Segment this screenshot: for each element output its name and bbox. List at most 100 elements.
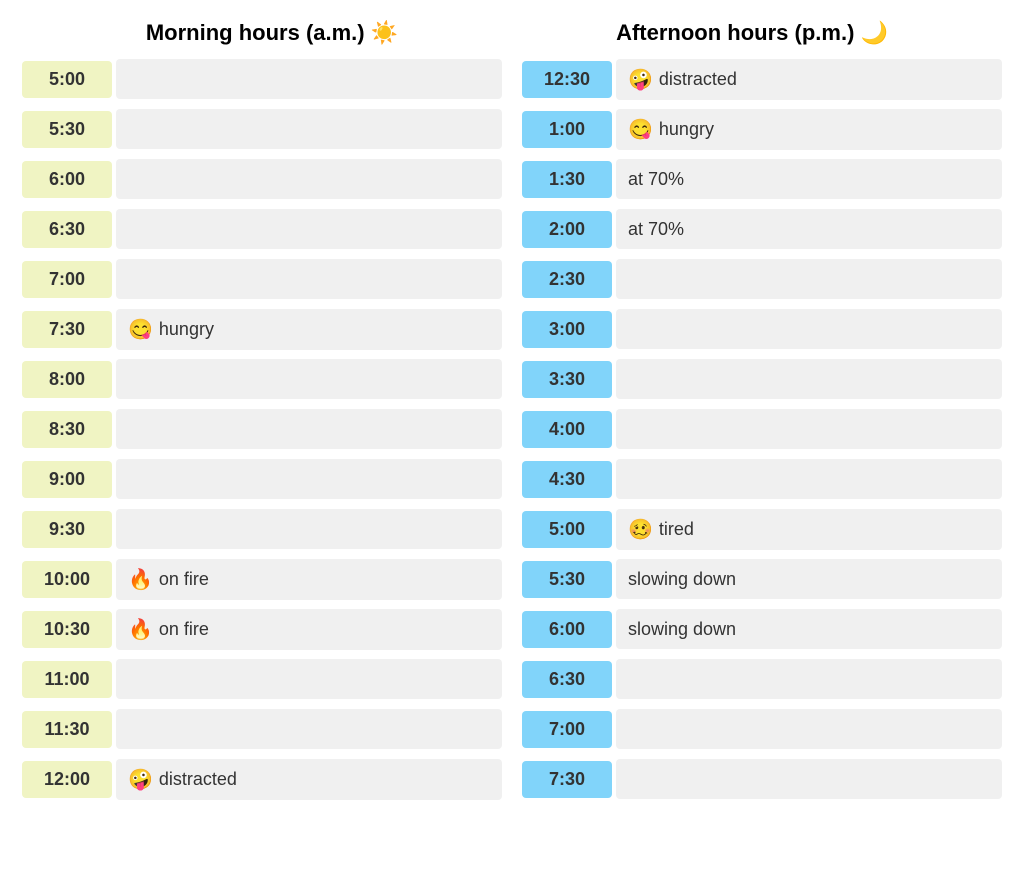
table-row: 3:30	[522, 356, 1002, 402]
table-row: 11:00	[22, 656, 502, 702]
status-text: slowing down	[628, 619, 736, 640]
morning-time-cell: 12:00	[22, 761, 112, 798]
afternoon-status-cell: at 70%	[616, 209, 1002, 249]
afternoon-time-cell: 1:00	[522, 111, 612, 148]
status-text: hungry	[159, 319, 214, 340]
morning-time-cell: 8:00	[22, 361, 112, 398]
morning-column: 5:00 5:30 6:00 6:30 7:00 7:30 😋 hungry 8:00 8:30 9…	[22, 56, 502, 802]
table-row: 2:30	[522, 256, 1002, 302]
afternoon-time-cell: 2:00	[522, 211, 612, 248]
morning-time-cell: 7:30	[22, 311, 112, 348]
table-row: 1:30 at 70%	[522, 156, 1002, 202]
main-container: Morning hours (a.m.) ☀️ Afternoon hours …	[22, 20, 1002, 802]
afternoon-time-cell: 2:30	[522, 261, 612, 298]
table-row: 7:30 😋 hungry	[22, 306, 502, 352]
table-row: 7:00	[22, 256, 502, 302]
table-row: 5:00	[22, 56, 502, 102]
afternoon-column: 12:30🤪distracted1:00😋hungry1:30at 70%2:0…	[522, 56, 1002, 802]
table-row: 9:30	[22, 506, 502, 552]
status-emoji: 🤪	[628, 67, 653, 92]
morning-status-cell: 🤪 distracted	[116, 759, 502, 800]
afternoon-status-cell	[616, 309, 1002, 349]
table-row: 6:30	[522, 656, 1002, 702]
afternoon-status-cell	[616, 259, 1002, 299]
status-emoji: 🥴	[628, 517, 653, 542]
status-text: distracted	[659, 69, 737, 90]
morning-status-cell	[116, 509, 502, 549]
afternoon-status-cell: slowing down	[616, 559, 1002, 599]
morning-status-cell	[116, 459, 502, 499]
table-row: 6:00slowing down	[522, 606, 1002, 652]
table-row: 2:00 at 70%	[522, 206, 1002, 252]
morning-time-cell: 9:30	[22, 511, 112, 548]
afternoon-time-cell: 1:30	[522, 161, 612, 198]
morning-status-cell: 😋 hungry	[116, 309, 502, 350]
table-row: 7:00	[522, 706, 1002, 752]
morning-time-cell: 6:00	[22, 161, 112, 198]
table-row: 6:00	[22, 156, 502, 202]
morning-status-cell: 🔥on fire	[116, 609, 502, 650]
afternoon-status-cell: 🤪 distracted	[616, 59, 1002, 100]
status-text: slowing down	[628, 569, 736, 590]
afternoon-time-cell: 4:00	[522, 411, 612, 448]
afternoon-header: Afternoon hours (p.m.) 🌙	[512, 20, 992, 46]
status-text: on fire	[159, 619, 209, 640]
status-emoji: 😋	[628, 117, 653, 142]
afternoon-status-cell: 😋 hungry	[616, 109, 1002, 150]
table-row: 10:00 🔥 on fire	[22, 556, 502, 602]
status-emoji: 😋	[128, 317, 153, 342]
schedule-grid: 5:005:306:006:307:007:30😋hungry8:008:309…	[22, 56, 1002, 802]
status-text: hungry	[659, 119, 714, 140]
table-row: 6:30	[22, 206, 502, 252]
afternoon-status-cell	[616, 659, 1002, 699]
table-row: 4:00	[522, 406, 1002, 452]
afternoon-time-cell: 3:00	[522, 311, 612, 348]
afternoon-time-cell: 5:30	[522, 561, 612, 598]
afternoon-status-cell	[616, 459, 1002, 499]
morning-status-cell	[116, 59, 502, 99]
table-row: 8:00	[22, 356, 502, 402]
table-row: 8:30	[22, 406, 502, 452]
status-text: at 70%	[628, 169, 684, 190]
morning-time-cell: 10:30	[22, 611, 112, 648]
afternoon-status-cell	[616, 759, 1002, 799]
table-row: 3:00	[522, 306, 1002, 352]
morning-status-cell	[116, 409, 502, 449]
table-row: 5:30	[22, 106, 502, 152]
morning-status-cell	[116, 659, 502, 699]
morning-time-cell: 11:00	[22, 661, 112, 698]
morning-status-cell	[116, 109, 502, 149]
afternoon-time-cell: 4:30	[522, 461, 612, 498]
morning-time-cell: 5:30	[22, 111, 112, 148]
status-text: at 70%	[628, 219, 684, 240]
afternoon-time-cell: 7:30	[522, 761, 612, 798]
table-row: 9:00	[22, 456, 502, 502]
morning-time-cell: 10:00	[22, 561, 112, 598]
status-emoji: 🔥	[128, 567, 153, 592]
table-row: 7:30	[522, 756, 1002, 802]
table-row: 1:00 😋 hungry	[522, 106, 1002, 152]
status-text: distracted	[159, 769, 237, 790]
table-row: 12:30 🤪 distracted	[522, 56, 1002, 102]
morning-time-cell: 8:30	[22, 411, 112, 448]
morning-header: Morning hours (a.m.) ☀️	[32, 20, 512, 46]
afternoon-status-cell	[616, 709, 1002, 749]
afternoon-time-cell: 12:30	[522, 61, 612, 98]
morning-status-cell: 🔥 on fire	[116, 559, 502, 600]
morning-status-cell	[116, 359, 502, 399]
status-text: on fire	[159, 569, 209, 590]
table-row: 5:30 slowing down	[522, 556, 1002, 602]
afternoon-status-cell: at 70%	[616, 159, 1002, 199]
morning-status-cell	[116, 709, 502, 749]
status-emoji: 🤪	[128, 767, 153, 792]
afternoon-status-cell: slowing down	[616, 609, 1002, 649]
morning-status-cell	[116, 209, 502, 249]
morning-time-cell: 9:00	[22, 461, 112, 498]
afternoon-time-cell: 3:30	[522, 361, 612, 398]
morning-time-cell: 7:00	[22, 261, 112, 298]
table-row: 4:30	[522, 456, 1002, 502]
morning-status-cell	[116, 259, 502, 299]
morning-status-cell	[116, 159, 502, 199]
afternoon-status-cell	[616, 409, 1002, 449]
morning-time-cell: 11:30	[22, 711, 112, 748]
